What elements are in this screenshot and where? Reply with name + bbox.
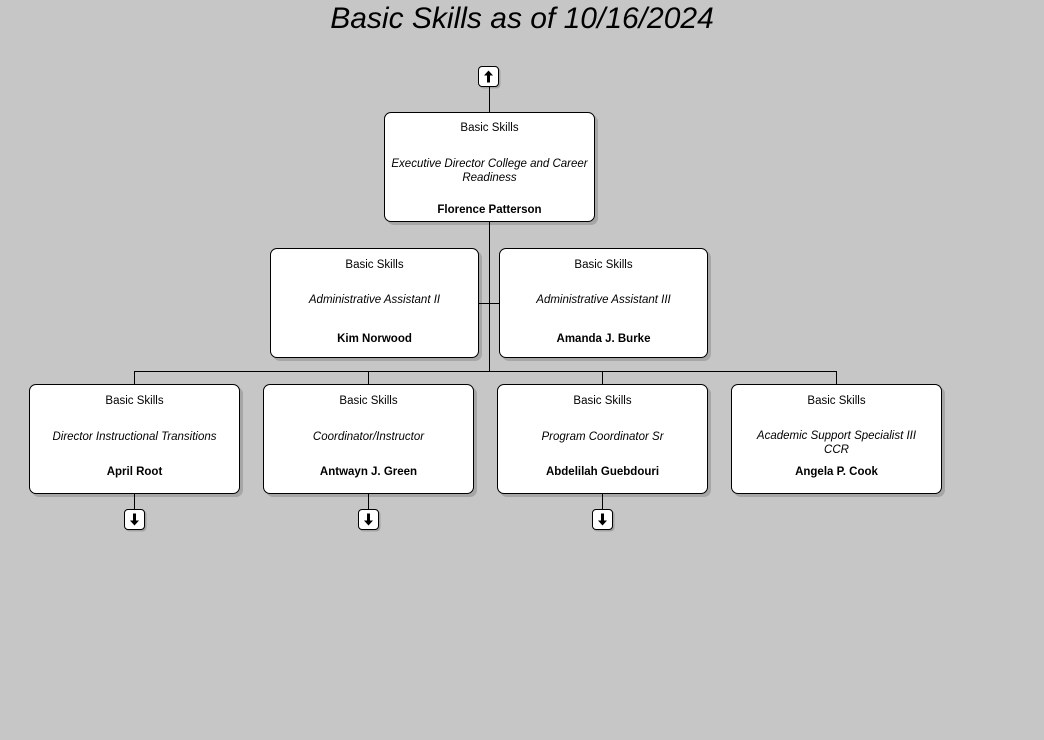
node-amanda-j-burke[interactable]: Basic Skills Administrative Assistant II… — [499, 248, 708, 358]
page-title: Basic Skills as of 10/16/2024 — [330, 2, 714, 35]
connector-bus-drop-2 — [368, 371, 369, 384]
node-department: Basic Skills — [460, 122, 519, 134]
node-angela-p-cook[interactable]: Basic Skills Academic Support Specialist… — [731, 384, 942, 494]
arrow-up-icon — [483, 70, 494, 83]
node-department: Basic Skills — [574, 259, 633, 271]
node-position: Academic Support Specialist III CCR — [756, 430, 917, 456]
connector-children-bus — [134, 371, 837, 372]
connector-bus-drop-4 — [836, 371, 837, 384]
connector-bus-drop-1 — [134, 371, 135, 384]
node-department: Basic Skills — [339, 395, 398, 407]
show-children-button-abdelilah-guebdouri[interactable] — [592, 509, 613, 530]
node-florence-patterson[interactable]: Basic Skills Executive Director College … — [384, 112, 595, 222]
node-position: Administrative Assistant III — [536, 294, 671, 306]
node-person-name: Antwayn J. Green — [319, 466, 418, 478]
node-april-root[interactable]: Basic Skills Director Instructional Tran… — [29, 384, 240, 494]
connector-child1-to-toggle — [134, 494, 135, 509]
arrow-down-icon — [597, 513, 608, 526]
node-person-name: Angela P. Cook — [795, 466, 878, 478]
show-children-button-april-root[interactable] — [124, 509, 145, 530]
show-children-button-antwayn-j-green[interactable] — [358, 509, 379, 530]
connector-child3-to-toggle — [602, 494, 603, 509]
node-department: Basic Skills — [345, 259, 404, 271]
node-position: Director Instructional Transitions — [52, 431, 217, 443]
arrow-down-icon — [363, 513, 374, 526]
node-position: Coordinator/Instructor — [312, 431, 425, 443]
node-person-name: Amanda J. Burke — [556, 333, 651, 345]
connector-root-spine — [489, 222, 490, 371]
node-position: Program Coordinator Sr — [541, 431, 664, 443]
node-person-name: Kim Norwood — [337, 333, 412, 345]
node-department: Basic Skills — [807, 395, 866, 407]
node-person-name: April Root — [106, 466, 163, 478]
org-chart-canvas: Basic Skills as of 10/16/2024 Basic Skil… — [0, 0, 1044, 740]
node-position: Executive Director College and Career Re… — [391, 158, 588, 184]
connector-child2-to-toggle — [368, 494, 369, 509]
node-abdelilah-guebdouri[interactable]: Basic Skills Program Coordinator Sr Abde… — [497, 384, 708, 494]
node-person-name: Abdelilah Guebdouri — [545, 466, 660, 478]
node-antwayn-j-green[interactable]: Basic Skills Coordinator/Instructor Antw… — [263, 384, 474, 494]
arrow-down-icon — [129, 513, 140, 526]
node-department: Basic Skills — [105, 395, 164, 407]
show-parent-button[interactable] — [478, 66, 499, 87]
connector-parent-to-root — [489, 87, 490, 112]
node-person-name: Florence Patterson — [437, 204, 542, 216]
node-kim-norwood[interactable]: Basic Skills Administrative Assistant II… — [270, 248, 479, 358]
node-department: Basic Skills — [573, 395, 632, 407]
connector-bus-drop-3 — [602, 371, 603, 384]
node-position: Administrative Assistant II — [308, 294, 441, 306]
